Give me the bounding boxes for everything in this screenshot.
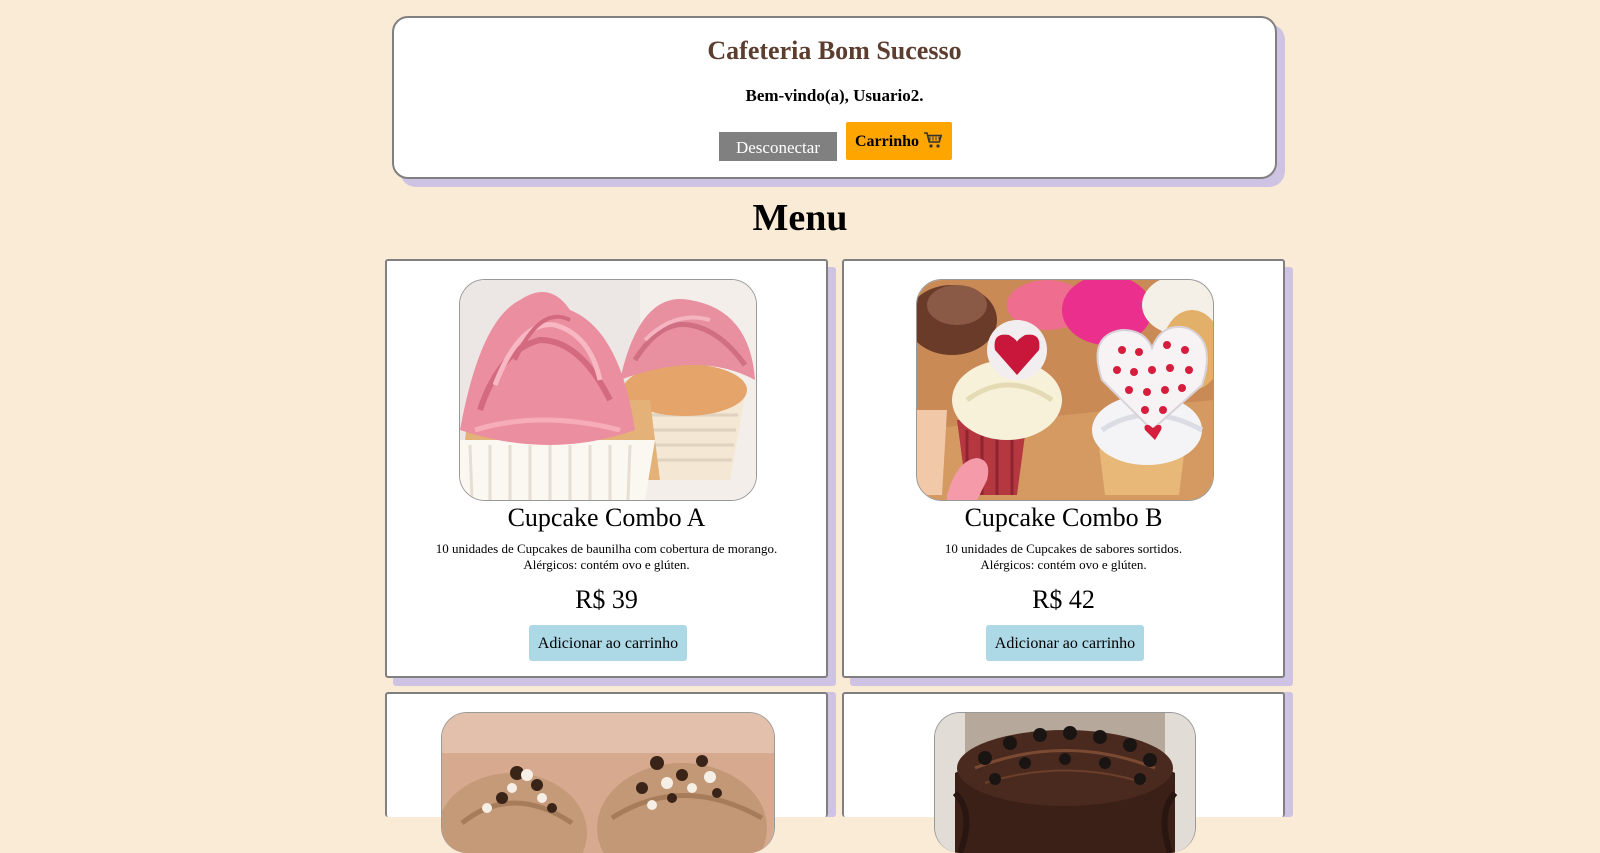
product-name: Cupcake Combo B (964, 503, 1163, 532)
header-panel: Cafeteria Bom Sucesso Bem-vindo(a), Usua… (392, 16, 1277, 179)
shopping-cart-icon (923, 126, 943, 164)
add-to-cart-button[interactable]: Adicionar ao carrinho (986, 625, 1144, 661)
product-name: Cupcake Combo A (507, 503, 706, 532)
menu-heading: Menu (752, 197, 848, 239)
product-description-text: 10 unidades de Cupcakes de sabores sorti… (944, 541, 1183, 556)
product-card (385, 692, 828, 853)
product-card: Cupcake Combo A 10 unidades de Cupcakes … (385, 259, 828, 678)
product-card (842, 692, 1285, 853)
product-description-text: 10 unidades de Cupcakes de baunilha com … (435, 541, 778, 556)
product-price: R$ 42 (1032, 585, 1095, 614)
product-allergens: Alérgicos: contém ovo e glúten. (980, 557, 1147, 572)
product-description: 10 unidades de Cupcakes de baunilha com … (397, 541, 816, 573)
cart-button[interactable]: Carrinho (846, 122, 952, 160)
product-image-chocolate-cake (934, 712, 1196, 853)
cart-button-label: Carrinho (855, 133, 919, 150)
site-title: Cafeteria Bom Sucesso (707, 36, 962, 65)
product-price: R$ 39 (575, 585, 638, 614)
product-image-assorted-cupcakes (916, 279, 1214, 501)
product-allergens: Alérgicos: contém ovo e glúten. (523, 557, 690, 572)
welcome-message: Bem-vindo(a), Usuario2. (745, 86, 924, 105)
product-image-pink-cupcakes (459, 279, 757, 501)
product-card: Cupcake Combo B 10 unidades de Cupcakes … (842, 259, 1285, 678)
logout-button[interactable]: Desconectar (719, 132, 837, 161)
product-description: 10 unidades de Cupcakes de sabores sorti… (854, 541, 1273, 573)
product-image-chocolate-cupcakes (441, 712, 775, 853)
add-to-cart-button[interactable]: Adicionar ao carrinho (529, 625, 687, 661)
